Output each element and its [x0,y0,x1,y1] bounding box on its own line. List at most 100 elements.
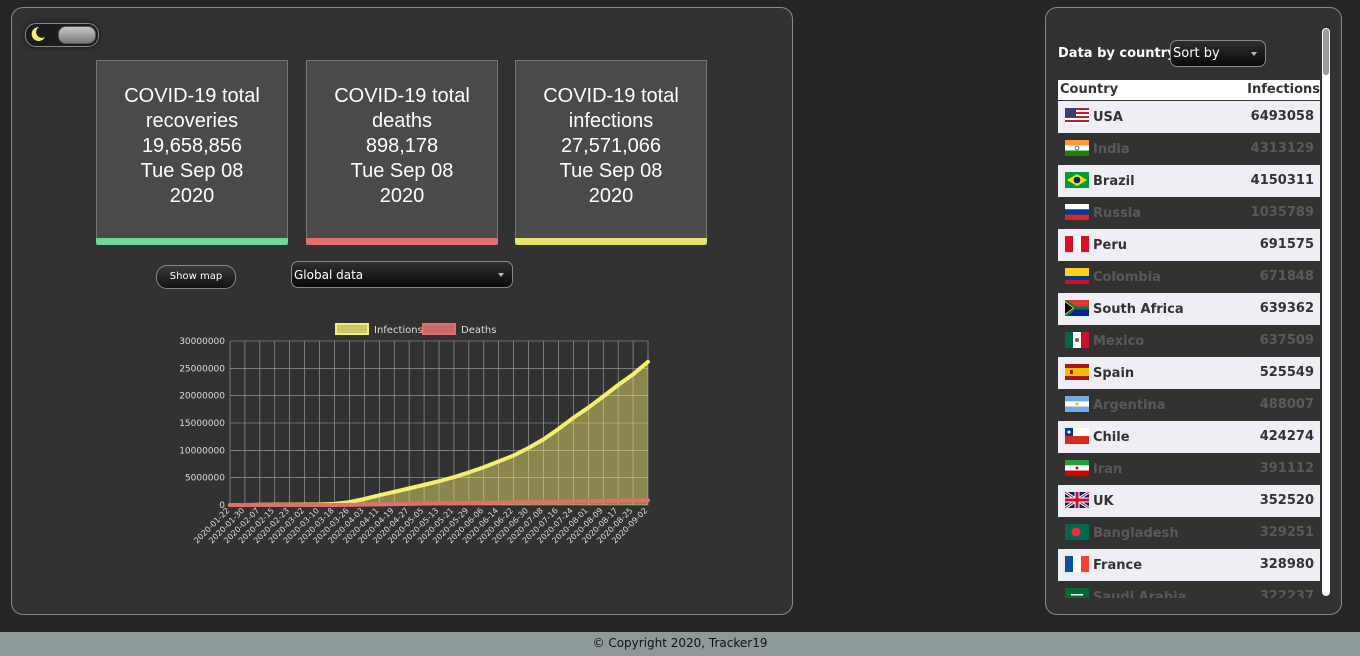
country-name: Saudi Arabia [1093,590,1187,598]
table-row[interactable]: Chile 424274 [1058,421,1320,453]
card-title: COVID-19 total infections [543,85,679,132]
country-name: Mexico [1093,334,1145,349]
card-date: Tue Sep 08 2020 [350,160,454,207]
main-panel: COVID-19 total recoveries 19,658,856 Tue… [11,7,793,615]
country-infections: 1035789 [1250,205,1314,220]
table-row[interactable]: France 328980 [1058,549,1320,581]
card-accent-bar [515,238,707,245]
legend-swatch-infections [335,323,369,335]
country-name: UK [1093,494,1114,509]
dark-mode-toggle[interactable] [25,23,99,47]
toggle-knob[interactable] [58,26,96,44]
country-infections: 352520 [1259,493,1314,508]
country-infections: 4150311 [1250,173,1314,188]
uk-flag-icon [1065,492,1089,508]
table-row[interactable]: Saudi Arabia 322237 [1058,581,1320,598]
saudi-arabia-flag-icon [1065,588,1089,598]
india-flag-icon [1065,140,1089,156]
table-row[interactable]: Russia 1035789 [1058,197,1320,229]
y-tick-label: 30000000 [179,337,225,347]
country-infections: 328980 [1259,557,1314,572]
country-infections: 4313129 [1250,141,1314,156]
south-africa-flag-icon [1065,300,1089,316]
card-value: 898,178 [365,135,439,157]
y-tick-label: 25000000 [179,364,225,374]
card-title: COVID-19 total recoveries [124,85,260,132]
country-infections: 488007 [1259,397,1314,412]
country-infections: 671848 [1259,269,1314,284]
table-row[interactable]: Mexico 637509 [1058,325,1320,357]
scrollbar-thumb[interactable] [1323,29,1329,75]
table-row[interactable]: Colombia 671848 [1058,261,1320,293]
mexico-flag-icon [1065,332,1089,348]
country-name: South Africa [1093,302,1184,317]
show-map-button[interactable]: Show map [156,265,236,289]
y-tick-label: 10000000 [179,446,225,456]
card-value: 27,571,066 [560,135,662,157]
table-row[interactable]: Argentina 488007 [1058,389,1320,421]
table-row[interactable]: Spain 525549 [1058,357,1320,389]
y-tick-label: 15000000 [179,419,225,429]
table-row[interactable]: Brazil 4150311 [1058,165,1320,197]
country-infections: 322237 [1259,589,1314,598]
iran-flag-icon [1065,460,1089,476]
colombia-flag-icon [1065,268,1089,284]
infections-card: COVID-19 total infections 27,571,066 Tue… [515,60,707,245]
us-flag-icon [1065,108,1089,124]
country-infections: 639362 [1259,301,1314,316]
y-tick-label: 5000000 [185,474,225,484]
country-name: Iran [1093,462,1123,477]
card-title: COVID-19 total deaths [334,85,470,132]
card-date: Tue Sep 08 2020 [140,160,244,207]
argentina-flag-icon [1065,396,1089,412]
data-scope-select[interactable]: Global data [291,261,513,288]
table-row[interactable]: UK 352520 [1058,485,1320,517]
legend-swatch-deaths [422,323,456,335]
country-infections: 6493058 [1250,109,1314,124]
country-infections: 637509 [1259,333,1314,348]
header-infections[interactable]: Infections [1247,82,1320,97]
russia-flag-icon [1065,204,1089,220]
table-row[interactable]: USA 6493058 [1058,101,1320,133]
table-row[interactable]: Peru 691575 [1058,229,1320,261]
brazil-flag-icon [1065,172,1089,188]
sort-by-value: Sort by [1173,46,1220,61]
chile-flag-icon [1065,428,1089,444]
y-tick-label: 20000000 [179,392,225,402]
legend-label-infections: Infections [374,325,423,336]
legend-label-deaths: Deaths [461,325,496,336]
card-value: 19,658,856 [141,135,243,157]
data-scope-value: Global data [294,268,364,282]
country-table[interactable]: Country Infections USA 6493058 India 431312… [1058,80,1320,598]
table-row[interactable]: Iran 391112 [1058,453,1320,485]
country-name: Brazil [1093,174,1135,189]
country-name: Chile [1093,430,1130,445]
header-country[interactable]: Country [1060,82,1118,97]
bangladesh-flag-icon [1065,524,1089,540]
deaths-card: COVID-19 total deaths 898,178 Tue Sep 08… [306,60,498,245]
scrollbar[interactable] [1322,28,1330,596]
moon-icon [31,26,45,41]
cases-line-chart: 30000000 25000000 20000000 15000000 10000000… [179,323,650,545]
card-date: Tue Sep 08 2020 [559,160,663,207]
country-name: Spain [1093,366,1135,381]
table-row[interactable]: South Africa 639362 [1058,293,1320,325]
country-name: India [1093,142,1130,157]
sort-by-select[interactable]: Sort by [1170,40,1266,67]
country-name: Bangladesh [1093,526,1179,541]
peru-flag-icon [1065,236,1089,252]
country-infections: 329251 [1259,525,1314,540]
spain-flag-icon [1065,364,1089,380]
country-name: France [1093,558,1143,573]
country-name: USA [1093,110,1123,125]
table-row[interactable]: India 4313129 [1058,133,1320,165]
table-row[interactable]: Bangladesh 329251 [1058,517,1320,549]
country-infections: 391112 [1259,461,1314,476]
country-name: Russia [1093,206,1141,221]
country-panel-title: Data by country: [1058,46,1181,61]
country-infections: 691575 [1259,237,1314,252]
country-infections: 525549 [1259,365,1314,380]
country-name: Peru [1093,238,1128,253]
card-accent-bar [96,238,288,245]
country-panel: Data by country: Sort by Country Infecti… [1045,7,1342,615]
